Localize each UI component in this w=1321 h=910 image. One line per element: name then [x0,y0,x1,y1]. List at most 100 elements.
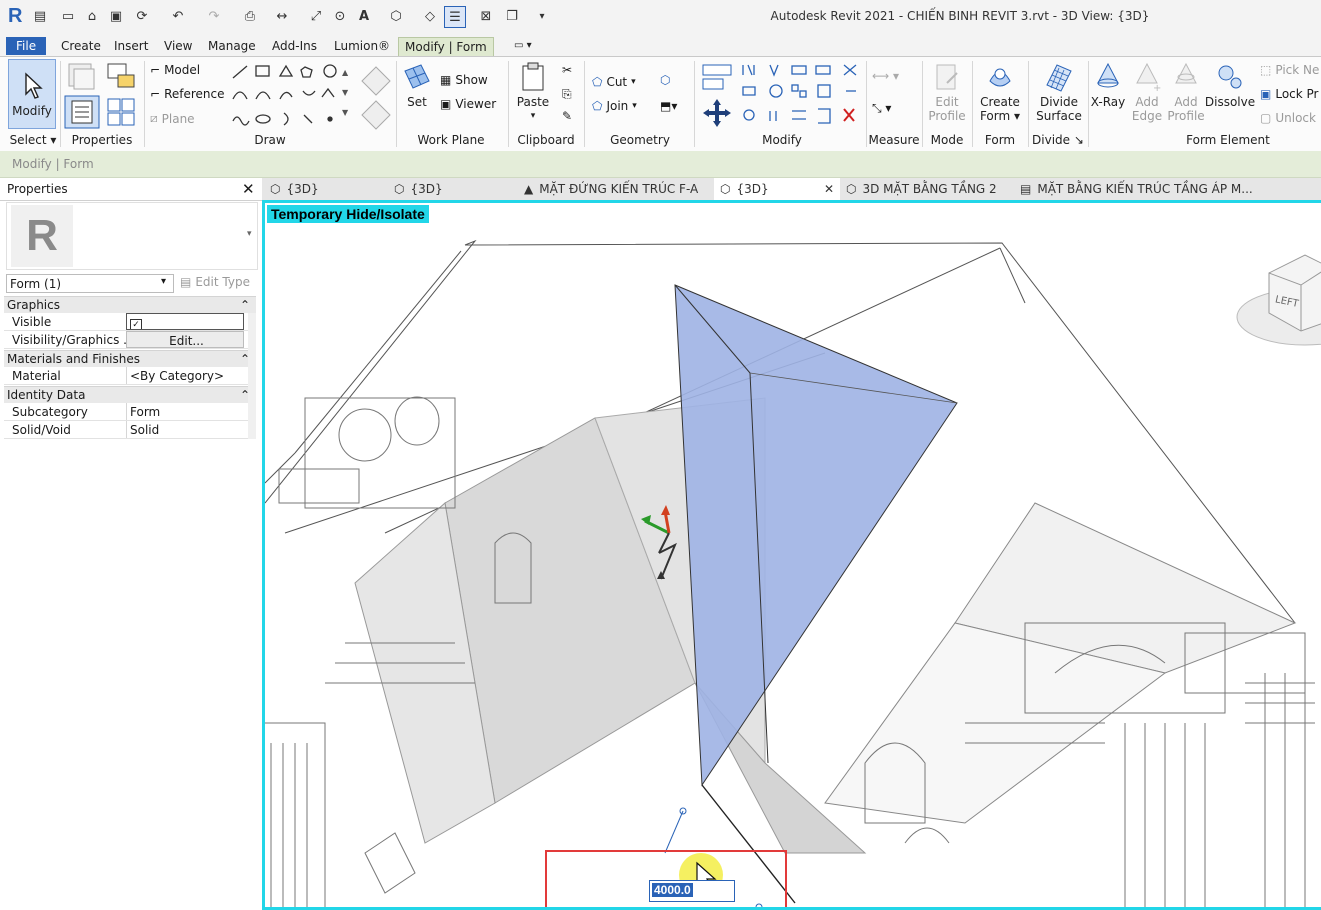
cut-geometry-button[interactable]: ⬠ Cut ▾ [592,75,636,89]
draw-gallery-scroll[interactable]: ▲ ▼ ▼ [342,63,352,127]
section-identity[interactable]: Identity Data ⌃ [4,386,256,403]
draw-tools-gallery[interactable] [230,61,342,127]
divide-panel-label[interactable]: Divide ↘ [1030,133,1086,147]
sync-icon[interactable]: ⟳ [132,6,152,26]
tab-view[interactable]: View [158,37,198,55]
match-properties-icon[interactable]: ✎ [562,109,572,123]
reference-line-button[interactable]: ⌐ Reference [150,87,225,101]
edit-profile-button[interactable]: Edit Profile [926,61,968,123]
properties-scrollbar[interactable] [248,313,256,439]
close-icon[interactable]: ✕ [242,180,255,198]
view-tab-3d-floor2[interactable]: ⬡ 3D MẶT BẰNG TẦNG 2 [846,178,1006,200]
open-doc-icon[interactable]: ▤ [30,6,50,26]
visible-checkbox[interactable]: ✓ [130,319,142,329]
ribbon-tabs: File Create Insert View Manage Add-Ins L… [0,34,1321,56]
customize-dropdown-icon[interactable]: ▾ [532,6,552,26]
visible-checkbox-cell[interactable]: ✓ [126,313,244,330]
new-icon[interactable]: ▭ [58,6,78,26]
pick-new-host-button[interactable]: ⬚ Pick Ne [1260,63,1319,77]
revit-logo[interactable]: R [8,5,26,27]
section-icon[interactable]: ◇ [420,6,440,26]
close-tab-icon[interactable]: ✕ [824,178,834,200]
view-tab-3d-2[interactable]: ⬡ {3D} [394,178,514,200]
measure-distance-icon[interactable]: ⟷ ▾ [872,69,899,83]
type-properties-icon[interactable] [66,61,98,91]
cursor-arrow-icon [25,72,43,99]
3d-view-canvas[interactable]: LEFT Temporary Hide/Isolate 4000.0 [262,200,1321,910]
dimension-icon[interactable]: ⤢ [306,6,326,26]
tab-modify-form[interactable]: Modify | Form [398,37,494,56]
paste-button[interactable]: Paste ▾ [514,61,552,123]
lock-profiles-button[interactable]: ▣ Lock Pr [1260,87,1318,101]
material-label: Material [12,369,61,383]
join-geometry-button[interactable]: ⬠ Join ▾ [592,99,637,113]
add-profile-button[interactable]: Add Profile [1166,61,1206,123]
view-tab-label: MẶT ĐỨNG KIẾN TRÚC F-A [539,182,699,196]
model-line-button[interactable]: ⌐ Model [150,63,200,77]
create-form-button[interactable]: Create Form ▾ [976,61,1024,123]
family-category-icon[interactable] [106,97,138,127]
dimension-aligned-icon[interactable]: ⤡ ▾ [872,101,891,116]
x-ray-button[interactable]: X-Ray [1090,61,1126,109]
modify-tools-grid[interactable] [740,61,866,127]
unlock-profile-button[interactable]: ▢ Unlock [1260,111,1316,125]
tab-create[interactable]: Create [55,37,107,55]
view-tab-elevation[interactable]: ▲ MẶT ĐỨNG KIẾN TRÚC F-A [524,178,712,200]
plane-button[interactable]: ⧄ Plane [150,111,195,126]
section-graphics[interactable]: Graphics ⌃ [4,296,256,313]
dimension-input[interactable]: 4000.0 [649,880,735,902]
paint-icon[interactable]: ⬒▾ [660,99,677,113]
work-plane-viewer-icons[interactable] [358,61,394,131]
copy-icon[interactable]: ⎘ [562,87,572,102]
tab-file[interactable]: File [6,37,47,55]
open-icon[interactable]: ⌂ [82,6,102,26]
subcategory-value[interactable]: Form [126,403,244,420]
print-icon[interactable]: ⎙ [240,6,260,26]
tab-add-ins[interactable]: Add-Ins [266,37,323,55]
solid-void-value[interactable]: Solid [126,421,244,438]
view-tab-3d-active[interactable]: ⬡ {3D} ✕ [714,178,840,200]
material-value[interactable]: <By Category> [126,367,244,384]
modify-button[interactable]: Modify [8,59,56,129]
type-dropdown-icon[interactable]: ▾ [247,229,252,239]
tag-icon[interactable]: ⊙ [330,6,350,26]
type-selector[interactable]: Form (1) ▾ [6,274,174,293]
visibility-edit-button[interactable]: Edit... [126,331,244,348]
properties-title: Properties [7,182,68,196]
tab-lumion[interactable]: Lumion® [328,37,396,55]
text-icon[interactable]: A [354,6,374,26]
thin-lines-icon[interactable]: ☰ [444,6,466,28]
align-icon[interactable] [700,61,734,95]
view-tab-floor-plan[interactable]: ▤ MẶT BẰNG KIẾN TRÚC TẦNG ÁP M... [1020,178,1320,200]
section-materials[interactable]: Materials and Finishes ⌃ [4,350,256,367]
view-tab-3d-1[interactable]: ⬡ {3D} [270,178,390,200]
redo-icon[interactable]: ↷ [204,6,224,26]
measure-icon[interactable]: ↔ [272,6,292,26]
tab-manage[interactable]: Manage [202,37,262,55]
move-icon[interactable] [700,97,734,129]
edit-type-label: Edit Type [195,275,250,289]
type-preview[interactable]: R ▾ [6,202,258,270]
undo-icon[interactable]: ↶ [168,6,188,26]
close-hidden-icon[interactable]: ⊠ [476,6,496,26]
set-work-plane-button[interactable]: Set [400,61,434,109]
tab-insert[interactable]: Insert [108,37,154,55]
properties-header: Properties ✕ [0,178,262,201]
show-work-plane-button[interactable]: ▦ Show [440,73,488,87]
dissolve-button[interactable]: Dissolve [1205,61,1255,109]
select-panel-label[interactable]: Select ▾ [4,133,62,147]
viewer-button[interactable]: ▣ Viewer [440,97,496,111]
default-3d-icon[interactable]: ⬡ [386,6,406,26]
view-cube[interactable]: LEFT [1236,254,1321,346]
switch-windows-icon[interactable]: ❐ [502,6,522,26]
panel-toggle-icon[interactable]: ▭ ▾ [508,37,538,55]
cut-icon[interactable]: ✂ [562,63,572,77]
edit-type-button[interactable]: ▤ Edit Type [180,275,250,289]
add-edge-button[interactable]: + Add Edge [1128,61,1166,123]
divide-surface-button[interactable]: Divide Surface [1032,61,1086,123]
properties-icon[interactable] [64,95,100,129]
split-face-icon[interactable]: ⬡ [660,73,670,87]
save-icon[interactable]: ▣ [106,6,126,26]
set-label: Set [407,95,427,109]
family-types-icon[interactable] [106,61,138,91]
